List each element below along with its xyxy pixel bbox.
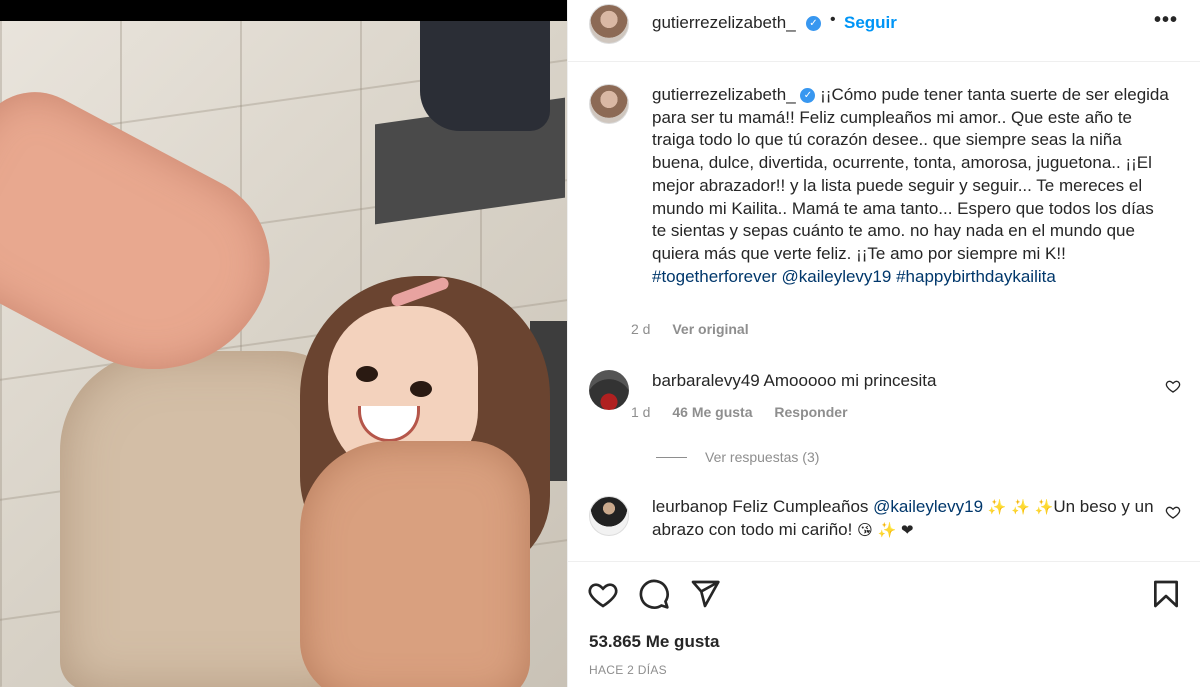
post-photo[interactable] xyxy=(0,21,567,687)
author-username[interactable]: gutierrezelizabeth_ xyxy=(652,13,796,33)
sparkles-emoji: ✨ ✨ ✨ xyxy=(987,498,1054,516)
photo-pane: › xyxy=(0,0,567,687)
caption-content: ¡¡Cómo pude tener tanta suerte de ser el… xyxy=(652,85,1169,263)
follow-button[interactable]: Seguir xyxy=(844,13,897,33)
girl-fur-coat xyxy=(300,441,530,687)
mention-link[interactable]: @kaileylevy19 xyxy=(873,497,983,516)
comment-likes[interactable]: 46 Me gusta xyxy=(672,404,752,420)
commenter-username[interactable]: leurbanop xyxy=(652,497,728,516)
kiss-emoji: 😘 ✨ ❤ xyxy=(857,520,914,539)
post-actions: 53.865 Me gusta HACE 2 DÍAS xyxy=(568,561,1200,687)
girl-eye xyxy=(356,366,378,382)
comment-age: 1 d xyxy=(631,404,651,420)
replies-line xyxy=(656,456,687,458)
heart-icon[interactable] xyxy=(587,578,619,610)
comment-text: leurbanop Feliz Cumpleaños @kaileylevy19… xyxy=(652,496,1162,541)
comment-content: Feliz Cumpleaños xyxy=(732,497,869,516)
mention-link[interactable]: @kaileylevy19 xyxy=(781,267,891,286)
caption-username[interactable]: gutierrezelizabeth_ xyxy=(652,85,796,104)
hashtag-link[interactable]: #togetherforever xyxy=(652,267,777,286)
girl-eye xyxy=(410,381,432,397)
caption-meta: 2 d Ver original xyxy=(631,321,767,337)
author-avatar[interactable] xyxy=(589,4,629,44)
caption-age: 2 d xyxy=(631,321,651,337)
reply-button[interactable]: Responder xyxy=(774,404,847,420)
verified-badge-icon: ✓ xyxy=(800,88,816,104)
share-icon[interactable] xyxy=(689,578,721,610)
separator-dot: • xyxy=(830,11,836,28)
comment-meta: 1 d 46 Me gusta Responder xyxy=(631,404,866,420)
background-person xyxy=(420,21,550,131)
heart-icon[interactable] xyxy=(1165,504,1181,520)
caption-text: gutierrezelizabeth_ ✓ ¡¡Cómo pude tener … xyxy=(652,84,1172,288)
hashtag-link[interactable]: #happybirthdaykailita xyxy=(896,267,1056,286)
bookmark-icon[interactable] xyxy=(1150,578,1182,610)
post-header: gutierrezelizabeth_ ✓ • Seguir ••• xyxy=(568,0,1200,62)
more-options-icon[interactable]: ••• xyxy=(1154,9,1178,32)
commenter-avatar[interactable] xyxy=(589,370,629,410)
post-timestamp: HACE 2 DÍAS xyxy=(589,663,667,677)
comment-icon[interactable] xyxy=(638,578,670,610)
comment-text: barbaralevy49 Amooooo mi princesita xyxy=(652,370,1162,393)
view-replies-button[interactable]: Ver respuestas (3) xyxy=(656,449,819,465)
see-original-link[interactable]: Ver original xyxy=(672,321,748,337)
view-replies-label: Ver respuestas (3) xyxy=(705,449,820,465)
comment-content: Amooooo mi princesita xyxy=(763,371,937,390)
author-avatar[interactable] xyxy=(589,84,629,124)
commenter-username[interactable]: barbaralevy49 xyxy=(652,371,760,390)
photo-top-bar xyxy=(0,0,567,21)
post-side-panel: gutierrezelizabeth_ ✓ • Seguir ••• gutie… xyxy=(567,0,1200,687)
commenter-avatar[interactable] xyxy=(589,496,629,536)
verified-badge-icon: ✓ xyxy=(806,16,821,31)
likes-count[interactable]: 53.865 Me gusta xyxy=(589,632,719,652)
heart-icon[interactable] xyxy=(1165,378,1181,394)
